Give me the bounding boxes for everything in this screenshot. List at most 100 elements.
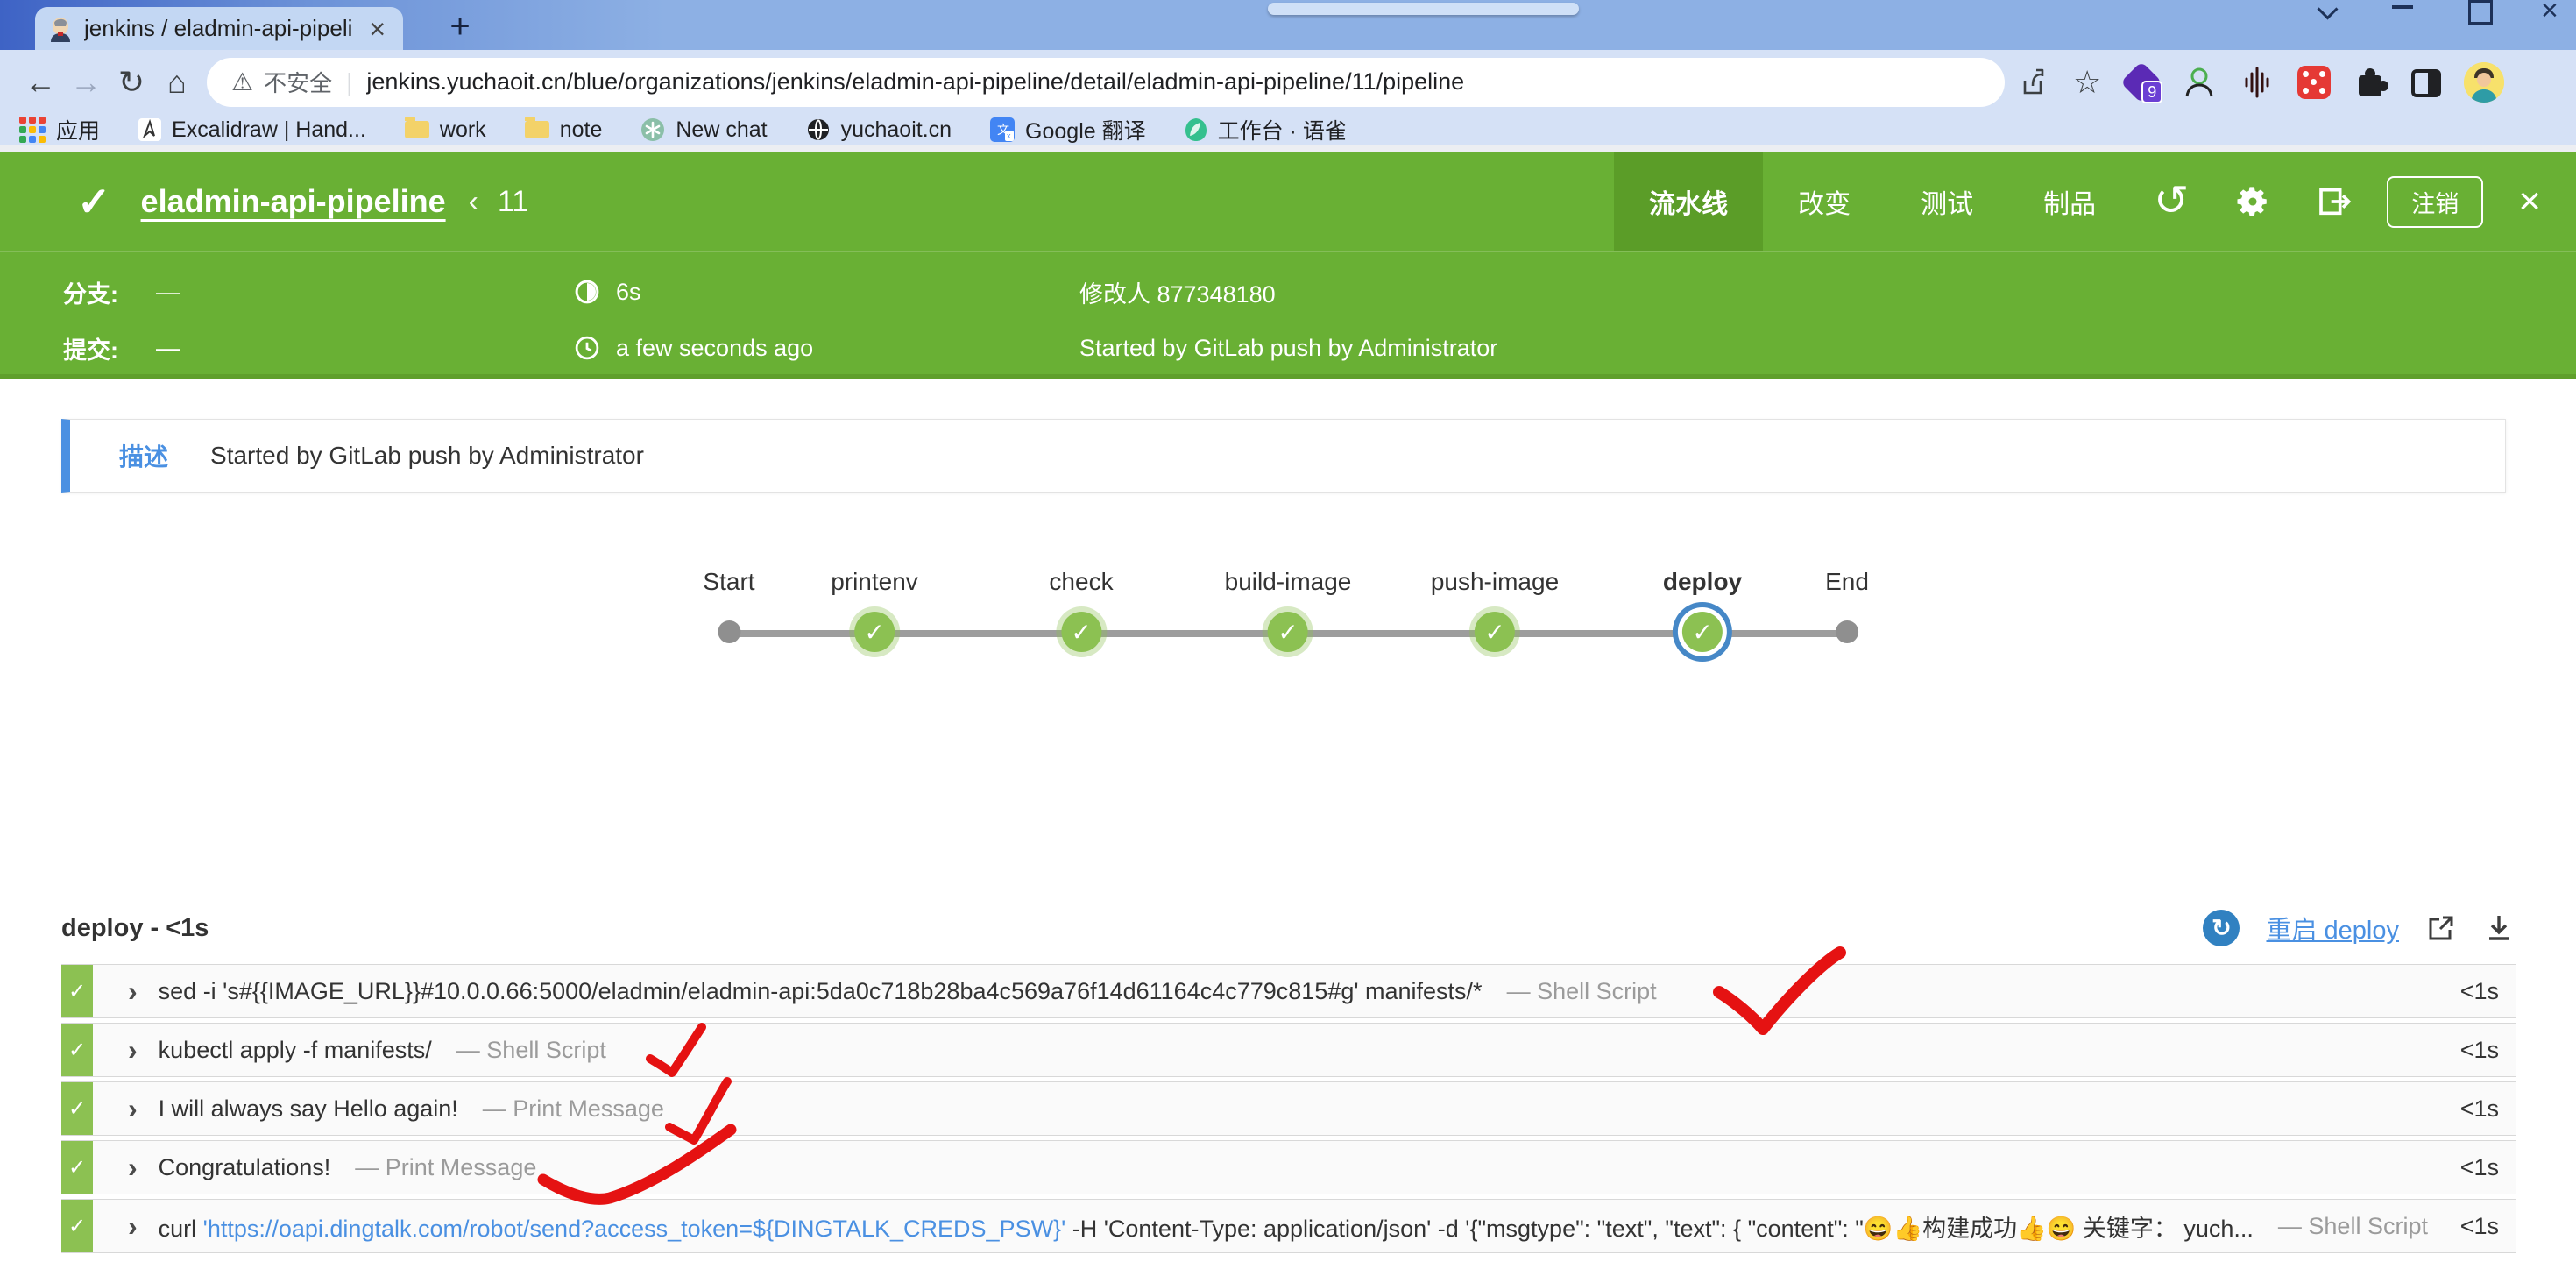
expand-chevron-icon[interactable]: › xyxy=(128,1093,138,1125)
stage-check[interactable]: check ✓ xyxy=(1049,564,1113,652)
close-pipeline-icon[interactable]: × xyxy=(2495,180,2576,223)
bookmark-google-translate[interactable]: 文x Google 翻译 xyxy=(990,114,1146,145)
stage-success-node[interactable]: ✓ xyxy=(1475,612,1515,652)
tab-artifacts[interactable]: 制品 xyxy=(2008,152,2131,251)
step-section-header: deploy - <1s ↻ 重启 deploy xyxy=(61,910,2515,946)
bookmark-folder-note[interactable]: note xyxy=(525,117,603,143)
step-command: curl 'https://oapi.dingtalk.com/robot/se… xyxy=(159,1209,2254,1244)
new-tab-button[interactable]: + xyxy=(442,11,478,46)
expand-chevron-icon[interactable]: › xyxy=(128,975,138,1008)
stage-label: deploy xyxy=(1663,564,1742,599)
step-command: sed -i 's#{{IMAGE_URL}}#10.0.0.66:5000/e… xyxy=(159,978,1483,1005)
extension-tampermonkey-icon[interactable]: 9 xyxy=(2124,65,2159,100)
stage-label: Start xyxy=(703,564,754,599)
address-bar[interactable]: ⚠ 不安全 | jenkins.yuchaoit.cn/blue/organiz… xyxy=(207,58,2005,107)
step-row-hello[interactable]: ✓ › I will always say Hello again! — Pri… xyxy=(61,1081,2516,1136)
reload-icon[interactable]: ↻ xyxy=(109,64,154,101)
step-type: — Print Message xyxy=(483,1095,664,1123)
tab-pipeline[interactable]: 流水线 xyxy=(1614,152,1763,251)
changed-by-row: 修改人 877348180 xyxy=(1079,275,1497,308)
google-translate-icon: 文x xyxy=(990,117,1015,142)
branch-value: — xyxy=(156,279,180,306)
restart-stage-icon[interactable]: ↻ xyxy=(2203,910,2240,946)
step-duration: <1s xyxy=(2460,1037,2516,1064)
side-panel-icon[interactable] xyxy=(2411,69,2441,97)
step-duration: <1s xyxy=(2460,1154,2516,1181)
commit-label: 提交: xyxy=(63,331,140,365)
stage-success-node[interactable]: ✓ xyxy=(1268,612,1308,652)
stage-success-node-selected[interactable]: ✓ xyxy=(1682,612,1723,652)
dingtalk-url-link[interactable]: 'https://oapi.dingtalk.com/robot/send?ac… xyxy=(203,1216,1066,1242)
step-row-congrats[interactable]: ✓ › Congratulations! — Print Message <1s xyxy=(61,1140,2516,1194)
tab-close-icon[interactable]: × xyxy=(364,15,391,43)
exit-button[interactable] xyxy=(2294,152,2374,251)
forward-icon[interactable]: → xyxy=(63,64,109,101)
step-success-strip: ✓ xyxy=(61,1082,93,1135)
security-label: 不安全 xyxy=(264,66,332,98)
expand-chevron-icon[interactable]: › xyxy=(128,1152,138,1184)
restart-deploy-link[interactable]: 重启 deploy xyxy=(2266,910,2399,946)
tab-changes[interactable]: 改变 xyxy=(1763,152,1886,251)
tab-tests[interactable]: 测试 xyxy=(1886,152,2008,251)
stage-success-node[interactable]: ✓ xyxy=(1061,612,1101,652)
stage-label: check xyxy=(1049,564,1113,599)
omnibox-divider: | xyxy=(346,68,352,96)
extension-audio-icon[interactable] xyxy=(2240,65,2275,100)
duration-row: 6s xyxy=(574,275,813,308)
stage-deploy-selected[interactable]: deploy ✓ xyxy=(1663,564,1742,652)
bookmark-label: New chat xyxy=(676,117,767,143)
bookmark-yuque[interactable]: 工作台 · 语雀 xyxy=(1185,114,1347,145)
step-type: — Shell Script xyxy=(456,1037,606,1064)
window-chevron-icon[interactable] xyxy=(2315,0,2341,23)
bookmark-apps[interactable]: 应用 xyxy=(19,114,100,145)
rerun-button[interactable]: ↺ xyxy=(2131,152,2212,251)
pipeline-content: 描述 Started by GitLab push by Administrat… xyxy=(0,379,2576,1283)
bookmark-label: Google 翻译 xyxy=(1025,114,1146,145)
tab-strip-pill xyxy=(1268,3,1579,15)
settings-button[interactable] xyxy=(2212,152,2294,251)
step-row-sed[interactable]: ✓ › sed -i 's#{{IMAGE_URL}}#10.0.0.66:50… xyxy=(61,964,2516,1018)
bookmark-star-icon[interactable]: ☆ xyxy=(2073,64,2101,101)
share-icon[interactable] xyxy=(2019,67,2050,98)
bookmark-label: 工作台 · 语雀 xyxy=(1218,114,1347,145)
browser-navbar: ← → ↻ ⌂ ⚠ 不安全 | jenkins.yuchaoit.cn/blue… xyxy=(0,50,2576,114)
title-separator: ‹ xyxy=(469,185,478,219)
folder-icon xyxy=(525,121,549,138)
download-log-icon[interactable] xyxy=(2483,912,2515,944)
stage-push-image[interactable]: push-image ✓ xyxy=(1431,564,1559,652)
window-maximize-icon[interactable] xyxy=(2466,0,2492,23)
expand-chevron-icon[interactable]: › xyxy=(128,1034,138,1067)
back-icon[interactable]: ← xyxy=(18,64,63,101)
step-type: — Shell Script xyxy=(1507,978,1657,1005)
bookmarks-bar: 应用 Excalidraw | Hand... work note New ch… xyxy=(0,114,2576,145)
step-command: I will always say Hello again! xyxy=(159,1095,458,1123)
step-row-kubectl[interactable]: ✓ › kubectl apply -f manifests/ — Shell … xyxy=(61,1023,2516,1077)
home-icon[interactable]: ⌂ xyxy=(154,64,200,101)
bookmark-label: work xyxy=(440,117,486,143)
step-type: — Print Message xyxy=(355,1154,536,1181)
page-gap xyxy=(0,145,2576,152)
stage-build-image[interactable]: build-image ✓ xyxy=(1225,564,1352,652)
extension-dice-icon[interactable] xyxy=(2297,66,2331,99)
exit-icon xyxy=(2317,184,2352,219)
url-text[interactable]: jenkins.yuchaoit.cn/blue/organizations/j… xyxy=(366,68,1464,96)
bookmark-folder-work[interactable]: work xyxy=(405,117,486,143)
step-command: Congratulations! xyxy=(159,1154,331,1181)
browser-tab[interactable]: jenkins / eladmin-api-pipeline × xyxy=(35,7,403,50)
expand-chevron-icon[interactable]: › xyxy=(128,1210,138,1243)
window-minimize-icon[interactable] xyxy=(2390,0,2417,23)
rerun-icon: ↺ xyxy=(2154,181,2189,223)
open-log-external-icon[interactable] xyxy=(2425,912,2457,944)
bookmark-newchat[interactable]: New chat xyxy=(640,117,767,143)
extension-profile-icon[interactable] xyxy=(2182,65,2217,100)
stage-success-node[interactable]: ✓ xyxy=(854,612,895,652)
logout-button[interactable]: 注销 xyxy=(2387,176,2483,228)
bookmark-yuchaoit[interactable]: yuchaoit.cn xyxy=(806,117,952,143)
bookmark-excalidraw[interactable]: Excalidraw | Hand... xyxy=(138,117,366,143)
stage-printenv[interactable]: printenv ✓ xyxy=(831,564,918,652)
extensions-puzzle-icon[interactable] xyxy=(2353,65,2388,100)
window-close-icon[interactable]: × xyxy=(2541,0,2567,23)
step-row-curl[interactable]: ✓ › curl 'https://oapi.dingtalk.com/robo… xyxy=(61,1199,2516,1253)
pipeline-title-link[interactable]: eladmin-api-pipeline xyxy=(141,183,446,220)
profile-avatar[interactable] xyxy=(2464,62,2504,103)
